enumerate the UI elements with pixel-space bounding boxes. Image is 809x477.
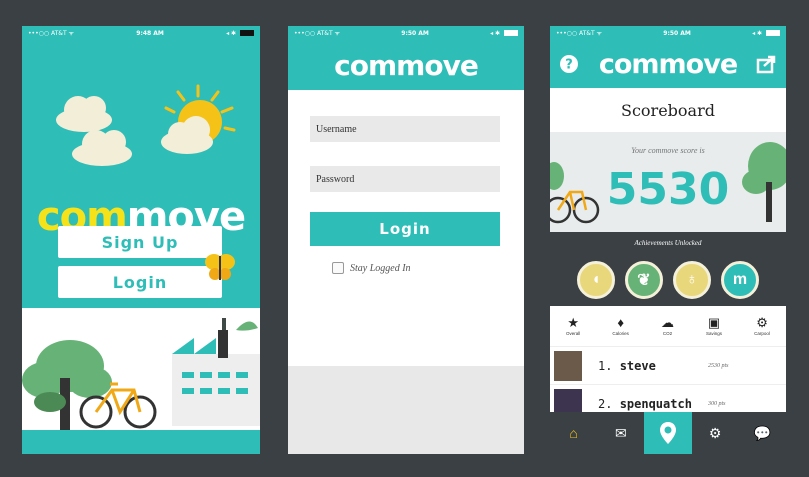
location-pin-icon bbox=[660, 422, 676, 444]
stat-co2[interactable]: ☁ CO2 bbox=[661, 316, 674, 336]
scenery-illustration bbox=[22, 308, 260, 454]
score-panel: Your commove score is 5530 bbox=[550, 132, 786, 232]
gear-icon: ⚙ bbox=[708, 424, 722, 441]
login-header: commove bbox=[288, 40, 524, 90]
password-field[interactable]: Password bbox=[310, 166, 500, 192]
scoreboard-header: ? commove bbox=[550, 40, 786, 88]
share-icon[interactable] bbox=[756, 53, 778, 75]
mail-icon: ✉ bbox=[614, 424, 627, 441]
achievement-badges: ◖ ❦ ♁ m bbox=[550, 254, 786, 306]
tab-bar: ⌂ ✉ ⚙ 💬 bbox=[550, 412, 786, 454]
login-screen: •••○○ AT&T ᯤ 9:50 AM ◂ ✱ commove Usernam… bbox=[288, 26, 524, 454]
tab-settings[interactable]: ⚙ bbox=[692, 412, 739, 454]
tab-chat[interactable]: 💬 bbox=[739, 412, 786, 454]
points: 2530 pts bbox=[708, 362, 729, 369]
home-icon: ⌂ bbox=[569, 425, 578, 441]
status-bar: •••○○ AT&T ᯤ 9:50 AM ◂ ✱ bbox=[550, 26, 786, 40]
stay-logged-in-label: Stay Logged In bbox=[350, 262, 411, 274]
stay-logged-in-checkbox[interactable]: Stay Logged In bbox=[332, 262, 411, 274]
ground-strip bbox=[22, 430, 260, 454]
rank: 2. bbox=[598, 396, 613, 411]
status-bar: •••○○ AT&T ᯤ 9:50 AM ◂ ✱ bbox=[288, 26, 524, 40]
scoreboard-screen: •••○○ AT&T ᯤ 9:50 AM ◂ ✱ ? commove Score… bbox=[550, 26, 786, 454]
rank: 1. bbox=[598, 358, 613, 373]
star-icon: ★ bbox=[567, 315, 579, 330]
flame-icon: ♦ bbox=[617, 315, 624, 330]
gear-icon: ⚙ bbox=[756, 315, 768, 330]
username: spenquatch bbox=[619, 396, 692, 411]
achievements-label: Achievements Unlocked bbox=[634, 239, 702, 247]
butterfly-icon bbox=[205, 254, 235, 280]
weather-illustration bbox=[56, 84, 236, 166]
username-field[interactable]: Username bbox=[310, 116, 500, 142]
drink-icon[interactable]: ♁ bbox=[673, 261, 711, 299]
username: steve bbox=[619, 358, 656, 373]
leaf-icon[interactable]: ❦ bbox=[625, 261, 663, 299]
app-logo: commove bbox=[598, 48, 738, 80]
score-value: 5530 bbox=[606, 164, 730, 215]
carrier-text: •••○○ AT&T ᯤ bbox=[294, 30, 341, 37]
welcome-screen: •••○○ AT&T ᯤ 9:48 AM ◂ ✱ commove Sign Up… bbox=[22, 26, 260, 454]
leaderboard-row[interactable]: 1. steve 2530 pts bbox=[550, 346, 786, 384]
login-submit-button[interactable]: Login bbox=[310, 212, 500, 246]
money-icon: ▣ bbox=[707, 315, 721, 330]
tab-home[interactable]: ⌂ bbox=[550, 412, 597, 454]
stat-savings[interactable]: ▣ Savings bbox=[706, 316, 722, 336]
chat-icon: 💬 bbox=[753, 424, 772, 441]
time-text: 9:50 AM bbox=[663, 29, 691, 37]
stat-calories[interactable]: ♦ Calories bbox=[612, 316, 629, 336]
status-bar: •••○○ AT&T ᯤ 9:48 AM ◂ ✱ bbox=[22, 26, 260, 40]
svg-text:?: ? bbox=[565, 58, 573, 73]
stat-carpool[interactable]: ⚙ Carpool bbox=[754, 316, 770, 336]
sign-up-button[interactable]: Sign Up bbox=[58, 226, 222, 258]
points: 300 pts bbox=[708, 400, 726, 407]
time-text: 9:48 AM bbox=[136, 29, 164, 37]
scoreboard-title: Scoreboard bbox=[550, 88, 786, 132]
tab-map[interactable] bbox=[644, 412, 692, 454]
checkbox-box[interactable] bbox=[332, 262, 344, 274]
stats-bar: ★ Overall ♦ Calories ☁ CO2 ▣ Savings ⚙ Carpoo… bbox=[550, 306, 786, 346]
help-icon[interactable]: ? bbox=[558, 53, 580, 75]
battery-icon: ◂ ✱ bbox=[226, 30, 254, 37]
battery-icon: ◂ ✱ bbox=[490, 30, 518, 37]
carrier-text: •••○○ AT&T ᯤ bbox=[28, 30, 75, 37]
m-icon[interactable]: m bbox=[721, 261, 759, 299]
login-button[interactable]: Login bbox=[58, 266, 222, 298]
avatar bbox=[554, 350, 582, 381]
battery-icon: ◂ ✱ bbox=[752, 30, 780, 37]
carrier-text: •••○○ AT&T ᯤ bbox=[556, 30, 603, 37]
tab-messages[interactable]: ✉ bbox=[597, 412, 644, 454]
stat-overall[interactable]: ★ Overall bbox=[566, 316, 580, 336]
app-logo: commove bbox=[334, 48, 479, 82]
duck-icon[interactable]: ◖ bbox=[577, 261, 615, 299]
time-text: 9:50 AM bbox=[401, 29, 429, 37]
cloud-icon: ☁ bbox=[660, 315, 674, 330]
keyboard-area bbox=[288, 366, 524, 454]
score-subtitle: Your commove score is bbox=[631, 146, 705, 155]
